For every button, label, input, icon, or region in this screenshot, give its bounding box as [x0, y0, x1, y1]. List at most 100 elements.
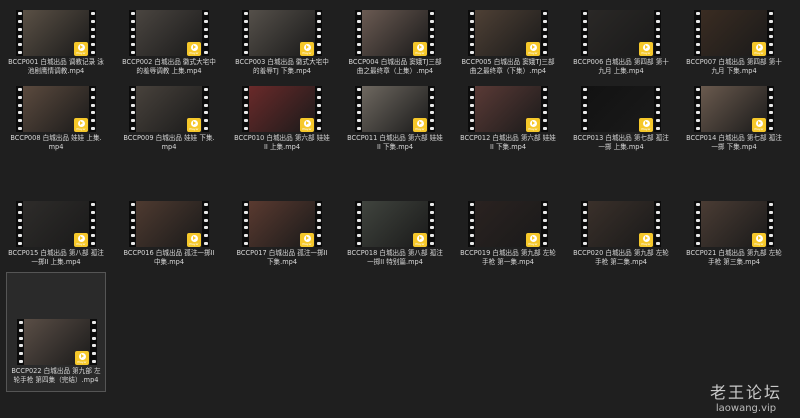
watermark: 老王论坛 laowang.vip	[700, 379, 792, 414]
film-strip-icon	[468, 10, 475, 56]
video-thumbnail: Player	[694, 10, 774, 56]
player-badge-text: Player	[641, 241, 651, 246]
film-strip-icon	[17, 319, 24, 365]
film-strip-icon	[581, 86, 588, 132]
player-badge-text: Player	[754, 241, 764, 246]
video-file-item[interactable]: Player BCCP008 白城出品 娃娃 上集.mp4	[6, 80, 106, 160]
play-icon	[642, 43, 650, 51]
player-app-icon: Player	[300, 118, 314, 132]
film-strip-icon	[89, 86, 96, 132]
video-file-item[interactable]: Player BCCP020 白城出品 第九部 左轮手枪 第二集.mp4	[571, 195, 671, 275]
video-file-item[interactable]: Player BCCP011 白城出品 第六部 娃娃II 下集.mp4	[345, 80, 445, 160]
player-app-icon: Player	[187, 42, 201, 56]
player-badge-text: Player	[641, 126, 651, 131]
film-strip-icon	[355, 10, 362, 56]
watermark-title: 老王论坛	[709, 383, 782, 402]
video-file-item[interactable]: Player BCCP014 白城出品 第七部 孤注一掷 下集.mp4	[684, 80, 784, 160]
film-strip-icon	[694, 201, 701, 247]
video-file-item[interactable]: Player BCCP010 白城出品 第六部 娃娃II 上集.mp4	[232, 80, 332, 160]
player-badge-text: Player	[189, 126, 199, 131]
player-app-icon: Player	[752, 42, 766, 56]
video-file-item[interactable]: Player BCCP006 白城出品 第四部 第十九月 上集.mp4	[571, 4, 671, 84]
play-icon	[78, 352, 86, 360]
player-app-icon: Player	[75, 351, 89, 365]
film-strip-icon	[16, 201, 23, 247]
play-icon	[416, 234, 424, 242]
player-badge-text: Player	[415, 241, 425, 246]
film-strip-icon	[654, 201, 661, 247]
video-file-item[interactable]: Player BCCP004 白城出品 窦娥TJ三部曲之最终章（上集）.mp4	[345, 4, 445, 84]
player-badge-text: Player	[415, 126, 425, 131]
player-app-icon: Player	[639, 118, 653, 132]
file-name-label: BCCP014 白城出品 第七部 孤注一掷 下集.mp4	[686, 134, 782, 151]
video-thumbnail: Player	[16, 201, 96, 247]
play-icon	[529, 119, 537, 127]
video-file-item[interactable]: Player BCCP003 白城出品 徽式大宅中的羞辱TJ 下集.mp4	[232, 4, 332, 84]
play-icon	[416, 119, 424, 127]
file-name-label: BCCP008 白城出品 娃娃 上集.mp4	[10, 134, 102, 151]
video-file-item[interactable]: Player BCCP021 白城出品 第九部 左轮手枪 第三集.mp4	[684, 195, 784, 275]
video-file-item[interactable]: Player BCCP017 白城出品 孤注一掷II 下集.mp4	[232, 195, 332, 275]
player-app-icon: Player	[300, 233, 314, 247]
player-badge-text: Player	[76, 50, 86, 55]
player-badge-text: Player	[415, 50, 425, 55]
film-strip-icon	[581, 201, 588, 247]
video-thumbnail: Player	[694, 86, 774, 132]
file-name-label: BCCP015 白城出品 第八部 孤注一掷II 上集.mp4	[8, 249, 104, 266]
file-name-label: BCCP012 白城出品 第六部 娃娃II 下集.mp4	[460, 134, 556, 151]
video-file-item[interactable]: Player BCCP001 白城出品 调教记录 泳池剧鹰情调教.mp4	[6, 4, 106, 84]
play-icon	[190, 234, 198, 242]
film-strip-icon	[541, 10, 548, 56]
player-badge-text: Player	[302, 126, 312, 131]
video-thumbnail: Player	[694, 201, 774, 247]
player-app-icon: Player	[526, 42, 540, 56]
player-badge-text: Player	[189, 50, 199, 55]
play-icon	[77, 43, 85, 51]
player-badge-text: Player	[302, 241, 312, 246]
file-name-label: BCCP011 白城出品 第六部 娃娃II 下集.mp4	[347, 134, 443, 151]
video-file-item[interactable]: Player BCCP007 白城出品 第四部 第十九月 下集.mp4	[684, 4, 784, 84]
play-icon	[303, 234, 311, 242]
film-strip-icon	[694, 86, 701, 132]
player-badge-text: Player	[77, 359, 87, 364]
player-badge-text: Player	[528, 241, 538, 246]
video-thumbnail: Player	[468, 10, 548, 56]
file-name-label: BCCP007 白城出品 第四部 第十九月 下集.mp4	[686, 58, 782, 75]
video-file-item[interactable]: Player BCCP005 白城出品 窦娥TJ三部曲之最终章（下集）.mp4	[458, 4, 558, 84]
file-name-label: BCCP016 白城出品 孤注一掷II 中集.mp4	[123, 249, 215, 266]
film-strip-icon	[654, 10, 661, 56]
video-file-item[interactable]: Player BCCP019 白城出品 第九部 左轮手枪 第一集.mp4	[458, 195, 558, 275]
video-file-item[interactable]: Player BCCP012 白城出品 第六部 娃娃II 下集.mp4	[458, 80, 558, 160]
video-file-item[interactable]: Player BCCP013 白城出品 第七部 孤注一掷 上集.mp4	[571, 80, 671, 160]
file-grid: Player BCCP001 白城出品 调教记录 泳池剧鹰情调教.mp4 Playe…	[0, 0, 800, 418]
video-thumbnail: Player	[581, 86, 661, 132]
film-strip-icon	[90, 319, 97, 365]
video-thumbnail: Player	[16, 86, 96, 132]
film-strip-icon	[767, 10, 774, 56]
video-thumbnail: Player	[16, 10, 96, 56]
play-icon	[529, 43, 537, 51]
video-file-item[interactable]: Player BCCP002 白城出品 徽式大宅中的羞辱调教 上集.mp4	[119, 4, 219, 84]
video-file-item[interactable]: Player BCCP009 白城出品 娃娃 下集.mp4	[119, 80, 219, 160]
player-app-icon: Player	[187, 233, 201, 247]
play-icon	[755, 234, 763, 242]
film-strip-icon	[767, 86, 774, 132]
play-icon	[303, 43, 311, 51]
video-file-item[interactable]: Player BCCP018 白城出品 第八部 孤注一掷II 特别篇.mp4	[345, 195, 445, 275]
video-file-item[interactable]: Player BCCP016 白城出品 孤注一掷II 中集.mp4	[119, 195, 219, 275]
play-icon	[642, 234, 650, 242]
video-file-item[interactable]: Player BCCP015 白城出品 第八部 孤注一掷II 上集.mp4	[6, 195, 106, 275]
player-app-icon: Player	[74, 118, 88, 132]
film-strip-icon	[89, 201, 96, 247]
file-name-label: BCCP003 白城出品 徽式大宅中的羞辱TJ 下集.mp4	[235, 58, 329, 75]
video-thumbnail: Player	[17, 319, 97, 365]
player-app-icon: Player	[639, 233, 653, 247]
film-strip-icon	[428, 10, 435, 56]
player-app-icon: Player	[74, 42, 88, 56]
film-strip-icon	[767, 201, 774, 247]
video-file-item[interactable]: Player BCCP022 白城出品 第九部 左轮手枪 第四集（完结）.mp4	[6, 272, 106, 392]
play-icon	[77, 234, 85, 242]
film-strip-icon	[315, 10, 322, 56]
file-name-label: BCCP020 白城出品 第九部 左轮手枪 第二集.mp4	[573, 249, 669, 266]
video-thumbnail: Player	[581, 201, 661, 247]
